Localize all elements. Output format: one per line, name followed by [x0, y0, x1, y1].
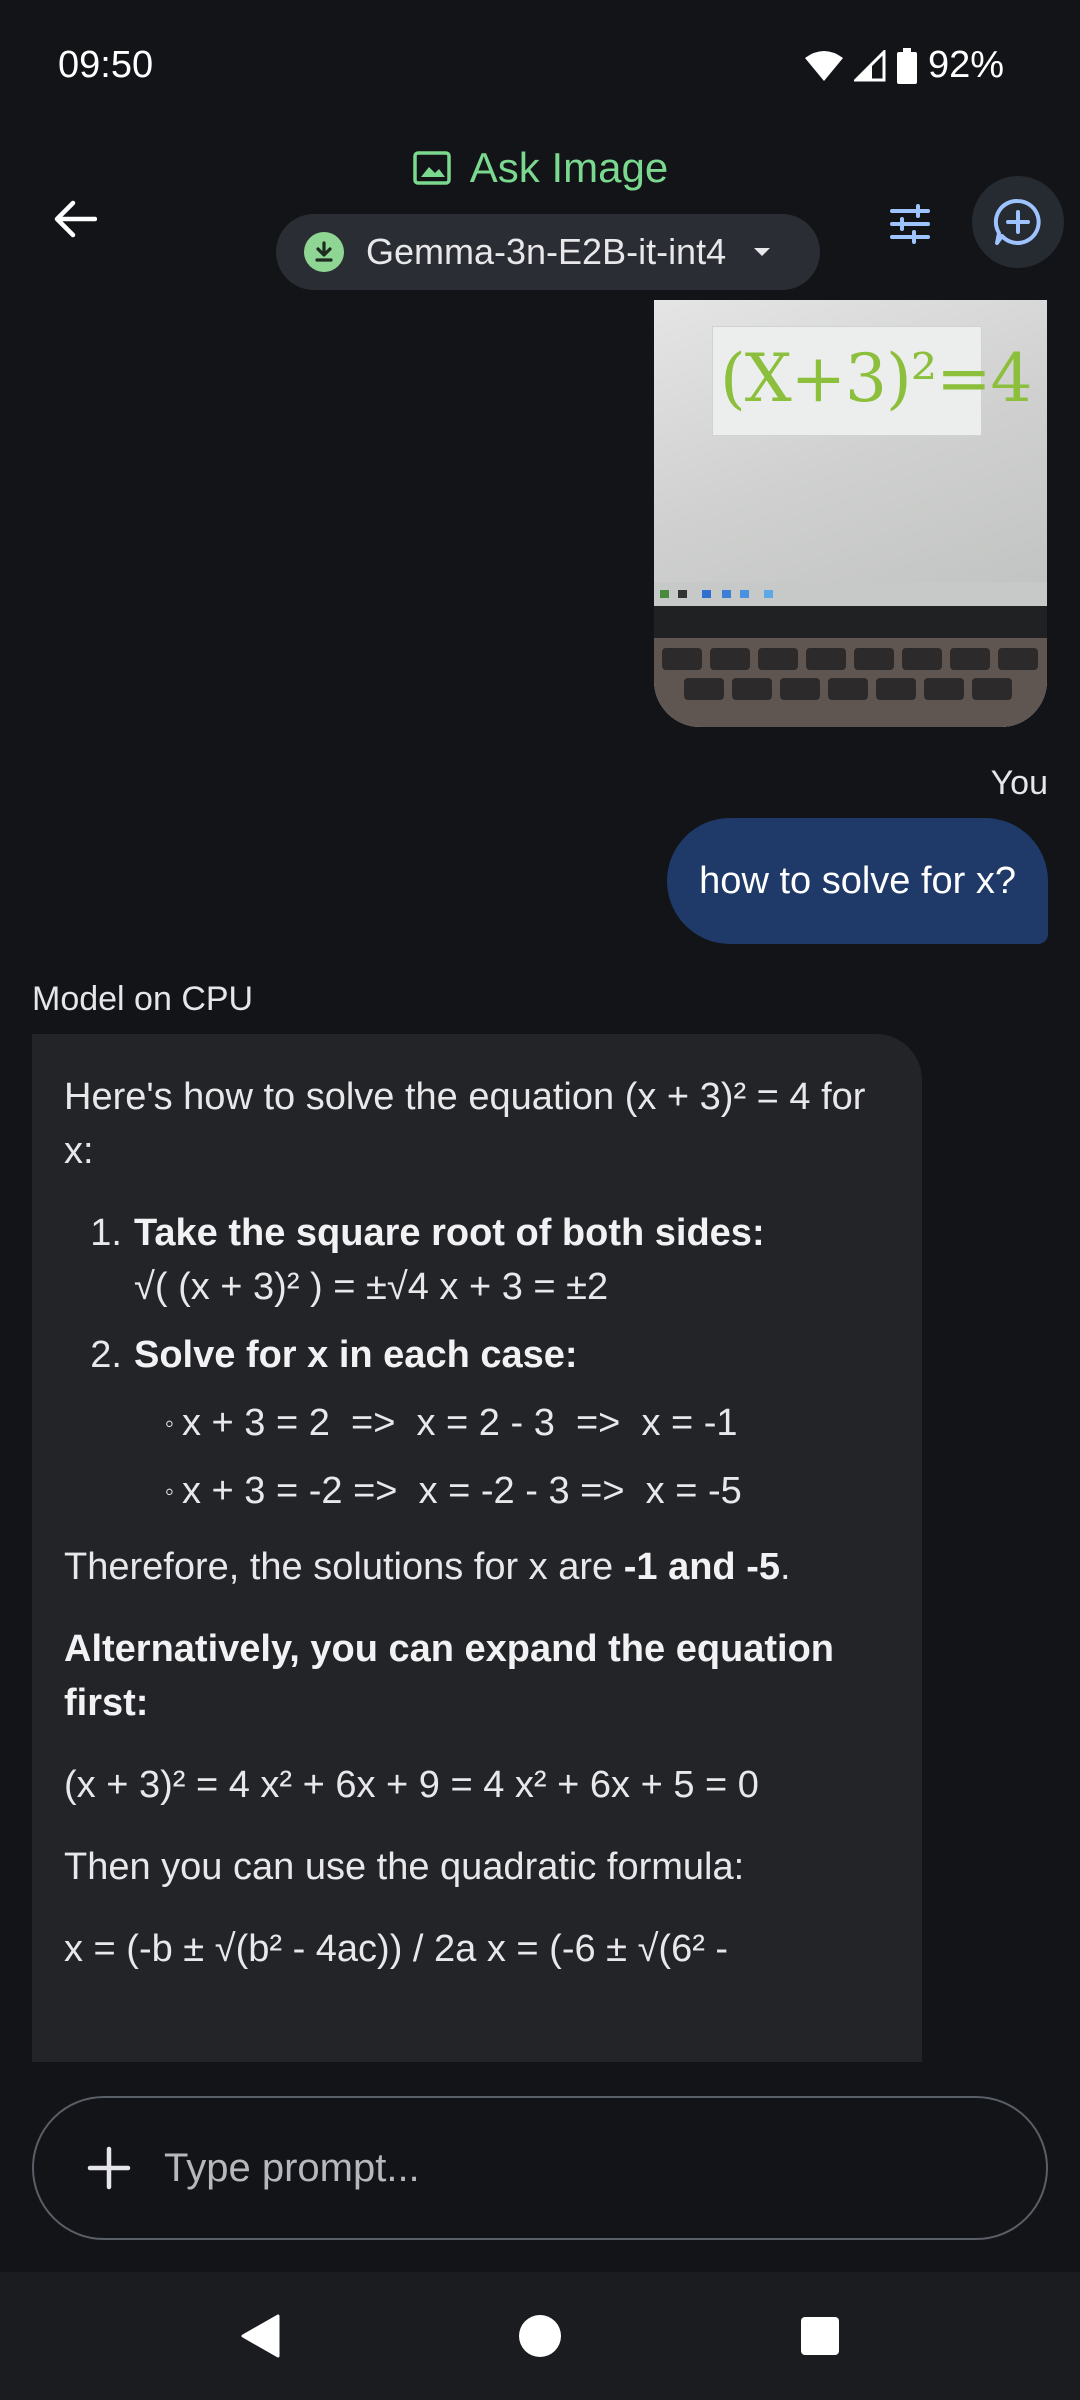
- sub-item-text: x + 3 = 2 => x = 2 - 3 => x = -1: [182, 1402, 738, 1444]
- sub-item-text: x + 3 = -2 => x = -2 - 3 => x = -5: [182, 1470, 742, 1512]
- step-number: 2.: [90, 1334, 122, 1376]
- add-attachment-button[interactable]: [84, 2143, 134, 2193]
- image-keyboard: [654, 638, 1047, 727]
- nav-recents-icon: [801, 2317, 839, 2355]
- new-chat-button[interactable]: [972, 176, 1064, 268]
- conclusion-answer: -1 and -5: [623, 1546, 780, 1588]
- battery-percent: 92%: [927, 44, 1004, 86]
- alternative-heading: Alternatively, you can expand the equati…: [64, 1628, 835, 1724]
- response-steps: 1. Take the square root of both sides: √…: [64, 1206, 882, 1522]
- download-icon: [304, 232, 344, 272]
- bullet-icon: ◦: [164, 1408, 174, 1438]
- caret-down-icon: [754, 248, 771, 256]
- nav-recents-button[interactable]: [790, 2306, 850, 2366]
- nav-home-icon: [519, 2315, 561, 2357]
- page-title: Ask Image: [469, 144, 669, 191]
- nav-back-icon: [241, 2314, 280, 2358]
- conclusion-period: .: [779, 1546, 791, 1588]
- image-taskbar: [654, 582, 1047, 606]
- image-bezel: [654, 606, 1047, 638]
- status-icons: 92%: [804, 44, 1004, 87]
- user-message[interactable]: how to solve for x?: [667, 818, 1048, 944]
- step-item: 1. Take the square root of both sides: √…: [64, 1206, 882, 1314]
- top-app-bar: Ask Image Gemma-3n-E2B-it-int4: [0, 130, 1080, 300]
- conclusion-text: Therefore, the solutions for x are: [64, 1546, 624, 1588]
- prompt-bar: [32, 2096, 1048, 2240]
- quadratic-intro: Then you can use the quadratic formula:: [64, 1846, 745, 1888]
- user-label: You: [990, 764, 1048, 802]
- battery-icon: [896, 47, 917, 84]
- sub-item: ◦ x + 3 = 2 => x = 2 - 3 => x = -1: [134, 1396, 882, 1450]
- step-title: Solve for x in each case:: [134, 1334, 578, 1376]
- step-title: Take the square root of both sides:: [134, 1212, 765, 1254]
- bullet-icon: ◦: [164, 1476, 174, 1506]
- model-name: Gemma-3n-E2B-it-int4: [366, 231, 727, 272]
- nav-back-button[interactable]: [230, 2306, 290, 2366]
- step-number: 1.: [90, 1212, 122, 1254]
- chat-add-icon: [993, 198, 1041, 245]
- arrow-left-icon: [54, 200, 97, 238]
- chat-area[interactable]: (X+3)²=4 You how to solve for x? Model o…: [0, 300, 1080, 2062]
- model-selector[interactable]: Gemma-3n-E2B-it-int4: [276, 214, 820, 290]
- image-icon: [413, 151, 451, 185]
- plus-icon: [87, 2146, 131, 2190]
- model-response[interactable]: Here's how to solve the equation (x + 3)…: [32, 1034, 922, 2062]
- prompt-input[interactable]: [164, 2145, 984, 2191]
- attached-image[interactable]: (X+3)²=4: [654, 300, 1047, 727]
- signal-icon: [853, 49, 886, 81]
- expansion-text: (x + 3)² = 4 x² + 6x + 9 = 4 x² + 6x + 5…: [64, 1764, 759, 1806]
- step-detail: √( (x + 3)² ) = ±√4 x + 3 = ±2: [134, 1266, 609, 1308]
- model-label: Model on CPU: [32, 980, 254, 1018]
- response-intro: Here's how to solve the equation (x + 3)…: [64, 1076, 866, 1172]
- step-item: 2. Solve for x in each case: ◦ x + 3 = 2…: [64, 1328, 882, 1522]
- response-conclusion: Therefore, the solutions for x are -1 an…: [64, 1540, 882, 1594]
- nav-home-button[interactable]: [510, 2306, 570, 2366]
- quadratic-formula: x = (-b ± √(b² - 4ac)) / 2a x = (-6 ± √(…: [64, 1928, 729, 1970]
- tune-icon: [890, 204, 930, 244]
- system-nav-bar: [0, 2272, 1080, 2400]
- wifi-icon: [804, 50, 843, 81]
- page-title-row: Ask Image: [0, 144, 1080, 192]
- sub-item: ◦ x + 3 = -2 => x = -2 - 3 => x = -5: [134, 1464, 882, 1518]
- image-equation: (X+3)²=4: [720, 340, 1033, 417]
- back-button[interactable]: [40, 184, 110, 254]
- status-time: 09:50: [58, 44, 154, 86]
- model-settings-button[interactable]: [880, 194, 940, 254]
- status-bar: 09:50 92%: [0, 0, 1080, 130]
